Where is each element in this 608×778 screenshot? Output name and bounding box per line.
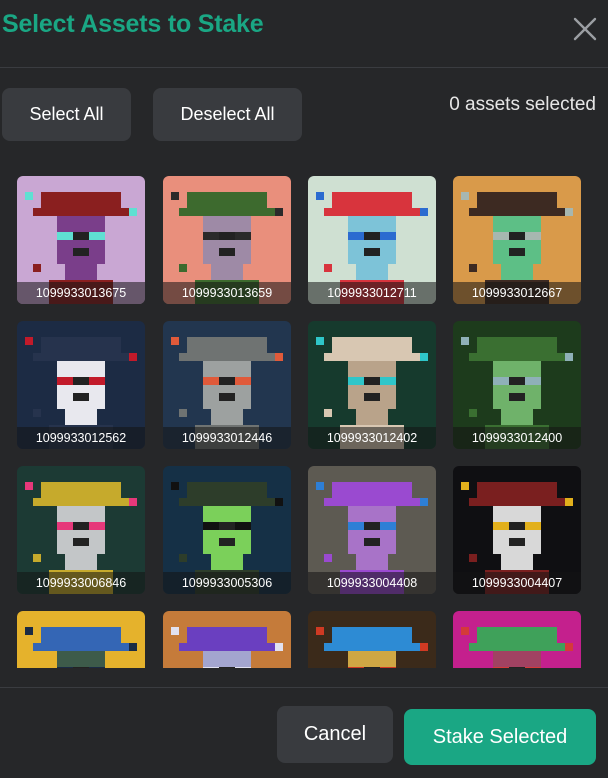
asset-tile[interactable]: 1099933012562 <box>17 321 145 449</box>
asset-artwork <box>163 611 291 668</box>
asset-tile[interactable]: 1099933012402 <box>308 321 436 449</box>
cancel-button[interactable]: Cancel <box>277 706 393 763</box>
asset-id-label: 1099933012562 <box>17 427 145 449</box>
close-icon-glyph <box>573 17 597 41</box>
deselect-all-button[interactable]: Deselect All <box>153 88 302 141</box>
asset-tile[interactable]: 1099933012446 <box>163 321 291 449</box>
asset-id-label: 1099933012400 <box>453 427 581 449</box>
select-all-button[interactable]: Select All <box>2 88 131 141</box>
asset-tile[interactable]: 1099933012711 <box>308 176 436 304</box>
asset-tile[interactable]: 1099933005306 <box>163 466 291 594</box>
asset-tile[interactable] <box>163 611 291 668</box>
asset-id-label: 1099933004408 <box>308 572 436 594</box>
stake-assets-modal: Select Assets to Stake Select All Desele… <box>0 0 608 778</box>
footer-divider <box>0 687 608 688</box>
asset-artwork <box>308 611 436 668</box>
asset-tile[interactable]: 1099933013675 <box>17 176 145 304</box>
asset-tile[interactable] <box>453 611 581 668</box>
asset-id-label: 1099933006846 <box>17 572 145 594</box>
asset-id-label: 1099933012446 <box>163 427 291 449</box>
asset-id-label: 1099933013675 <box>17 282 145 304</box>
asset-id-label: 1099933012667 <box>453 282 581 304</box>
asset-tile[interactable]: 1099933004408 <box>308 466 436 594</box>
asset-artwork <box>453 611 581 668</box>
selection-count: 0 assets selected <box>449 94 596 115</box>
asset-id-label: 1099933005306 <box>163 572 291 594</box>
asset-tile[interactable]: 1099933012667 <box>453 176 581 304</box>
asset-tile[interactable]: 1099933012400 <box>453 321 581 449</box>
asset-id-label: 1099933004407 <box>453 572 581 594</box>
asset-tile[interactable] <box>17 611 145 668</box>
header-divider <box>0 67 608 68</box>
stake-selected-button[interactable]: Stake Selected <box>404 709 596 765</box>
asset-grid[interactable]: 1099933013675 1099933013659 1099933012711 1… <box>0 160 608 668</box>
asset-tile[interactable]: 1099933006846 <box>17 466 145 594</box>
asset-tile[interactable] <box>308 611 436 668</box>
asset-artwork <box>17 611 145 668</box>
asset-tile[interactable]: 1099933004407 <box>453 466 581 594</box>
asset-id-label: 1099933012711 <box>308 282 436 304</box>
close-icon[interactable] <box>568 12 602 46</box>
asset-tile[interactable]: 1099933013659 <box>163 176 291 304</box>
modal-title: Select Assets to Stake <box>2 10 264 38</box>
asset-id-label: 1099933013659 <box>163 282 291 304</box>
asset-id-label: 1099933012402 <box>308 427 436 449</box>
